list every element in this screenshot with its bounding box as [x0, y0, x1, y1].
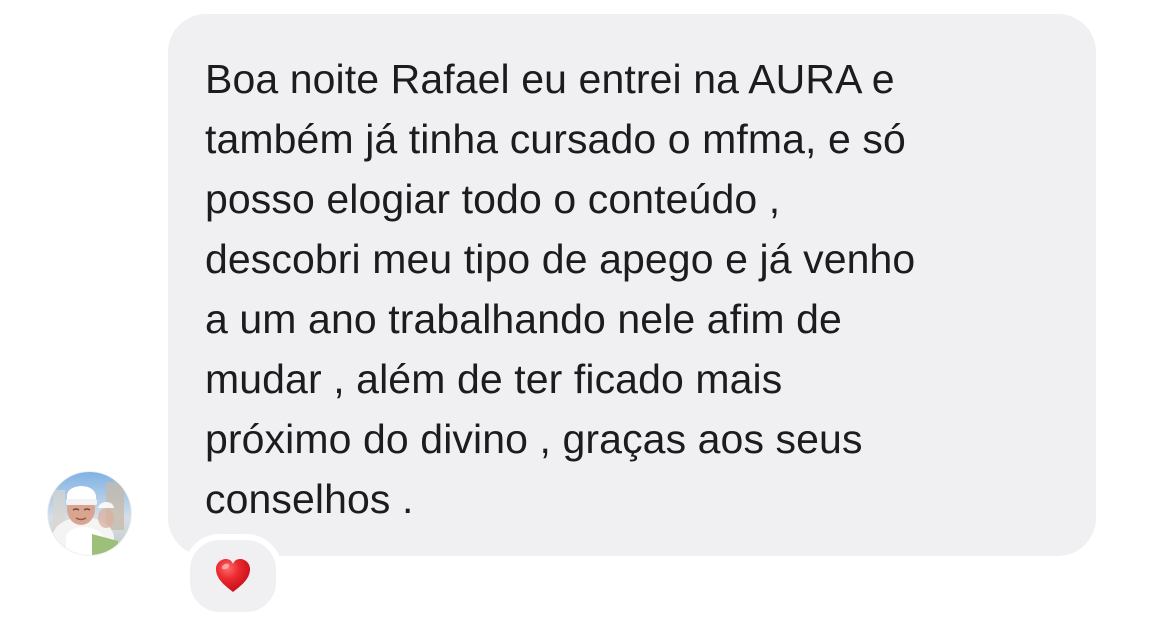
message-text: Boa noite Rafael eu entrei na AURA e tam…	[205, 56, 916, 522]
avatar-photo	[48, 472, 131, 555]
incoming-message-row: Boa noite Rafael eu entrei na AURA e tam…	[0, 0, 1150, 628]
sender-avatar[interactable]	[48, 472, 131, 555]
reaction-pill[interactable]	[184, 534, 282, 618]
heart-icon	[216, 559, 250, 592]
